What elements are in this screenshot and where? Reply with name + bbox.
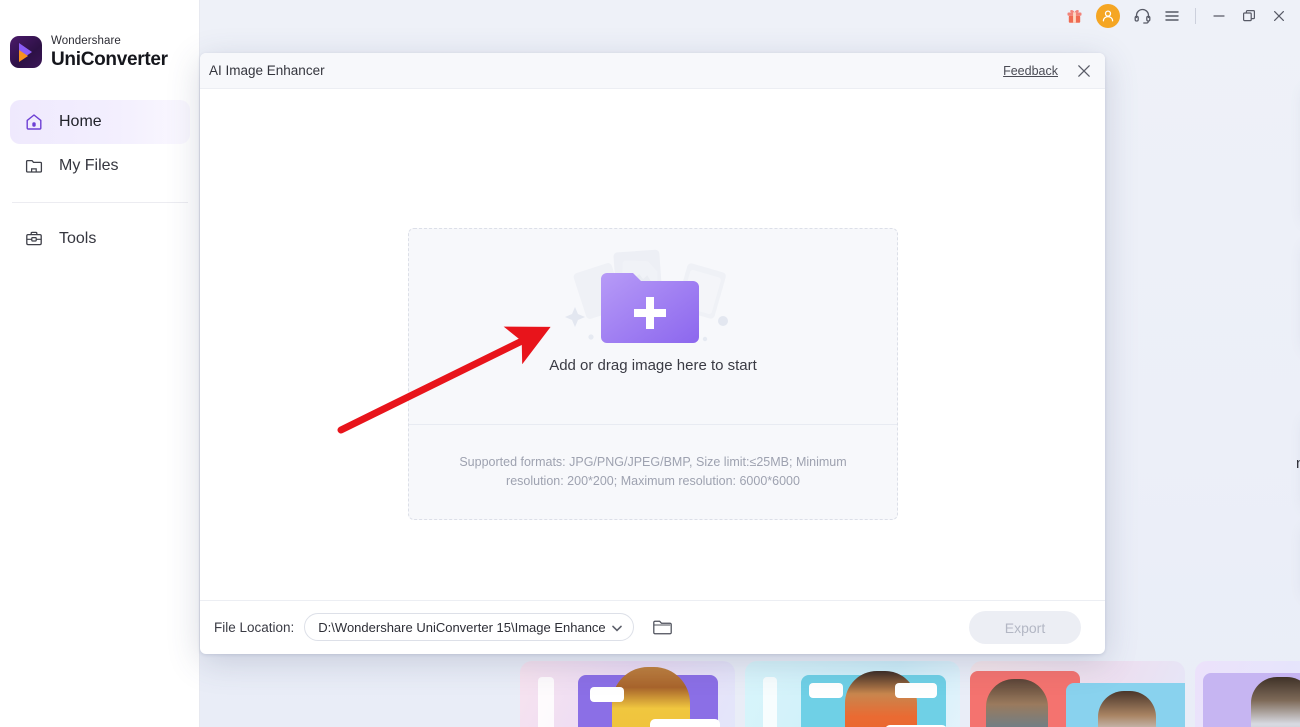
thumb-decor <box>1251 677 1300 727</box>
ai-image-enhancer-dialog: AI Image Enhancer Feedback Add or drag i… <box>200 53 1105 654</box>
sidebar-item-label: Home <box>59 113 102 130</box>
banner-thumb-vocal-remover[interactable] <box>1195 661 1300 727</box>
gift-button[interactable] <box>1059 0 1089 31</box>
thumb-decor <box>809 683 843 698</box>
sidebar-item-home[interactable]: Home <box>10 100 190 144</box>
headset-icon <box>1134 8 1150 24</box>
dialog-title: AI Image Enhancer <box>209 63 325 78</box>
minimize-icon <box>1213 14 1225 17</box>
close-window-button[interactable] <box>1264 0 1294 31</box>
user-avatar[interactable] <box>1096 3 1120 28</box>
close-icon <box>1274 10 1284 21</box>
hamburger-menu-icon <box>1165 10 1179 21</box>
restore-button[interactable] <box>1234 0 1264 31</box>
thumb-decor <box>538 677 554 727</box>
clipped-card-label: n <box>1296 455 1300 472</box>
export-button[interactable]: Export <box>969 611 1081 644</box>
banner-thumb-audio[interactable] <box>970 661 1185 727</box>
thumb-decor <box>763 677 777 727</box>
dialog-header: AI Image Enhancer Feedback <box>200 53 1105 89</box>
window-title-bar <box>200 0 1300 31</box>
sidebar: Wondershare UniConverter Home My Files T… <box>0 0 200 727</box>
image-dropzone[interactable]: Add or drag image here to start Supporte… <box>408 228 898 520</box>
sidebar-nav: Home My Files Tools <box>0 100 200 261</box>
menu-button[interactable] <box>1157 0 1187 31</box>
restore-window-icon <box>1242 9 1255 21</box>
dropzone-prompt: Add or drag image here to start <box>549 357 757 374</box>
sidebar-item-tools[interactable]: Tools <box>10 217 190 261</box>
brand-name-top: Wondershare <box>51 35 121 47</box>
folder-open-icon <box>25 159 43 173</box>
gift-icon <box>1067 9 1081 23</box>
titlebar-divider <box>1195 7 1196 24</box>
app-logo-icon <box>10 36 42 69</box>
file-location-label: File Location: <box>214 619 295 635</box>
thumb-decor <box>845 671 917 727</box>
sidebar-item-label: Tools <box>59 230 97 247</box>
thumb-decor <box>650 719 720 727</box>
brand: Wondershare UniConverter <box>10 35 168 70</box>
brand-name-bottom: UniConverter <box>51 48 168 70</box>
feedback-link[interactable]: Feedback <box>1003 64 1058 78</box>
sidebar-item-label: My Files <box>59 157 119 174</box>
thumb-decor <box>986 679 1048 727</box>
banner-thumb-compressor[interactable] <box>745 661 960 727</box>
dialog-footer: File Location: D:\Wondershare UniConvert… <box>200 600 1105 653</box>
dialog-close-button[interactable] <box>1075 62 1093 80</box>
thumb-decor <box>895 683 937 698</box>
browse-folder-button[interactable] <box>651 616 673 638</box>
export-button-label: Export <box>1004 619 1046 636</box>
close-icon <box>1078 65 1090 77</box>
home-icon <box>26 114 42 130</box>
dropzone-supported-formats: Supported formats: JPG/PNG/JPEG/BMP, Siz… <box>459 455 847 488</box>
minimize-button[interactable] <box>1204 0 1234 31</box>
banner-thumbnail-strip <box>400 655 1300 727</box>
folder-icon <box>653 620 673 635</box>
user-avatar-icon <box>1102 9 1114 21</box>
dropzone-upper: Add or drag image here to start <box>409 229 897 425</box>
file-location-select[interactable]: D:\Wondershare UniConverter 15\Image Enh… <box>304 613 635 641</box>
thumb-decor <box>590 687 624 702</box>
file-location-value: D:\Wondershare UniConverter 15\Image Enh… <box>318 619 606 635</box>
sidebar-divider <box>12 202 188 203</box>
sidebar-item-my-files[interactable]: My Files <box>10 144 190 188</box>
dialog-body: Add or drag image here to start Supporte… <box>200 89 1105 600</box>
banner-thumb-video-editor[interactable] <box>520 661 735 727</box>
chevron-down-icon <box>612 625 623 632</box>
toolbox-icon <box>26 231 42 246</box>
support-button[interactable] <box>1127 0 1157 31</box>
app-window: » » n <box>0 0 1300 727</box>
add-folder-icon <box>563 245 743 353</box>
